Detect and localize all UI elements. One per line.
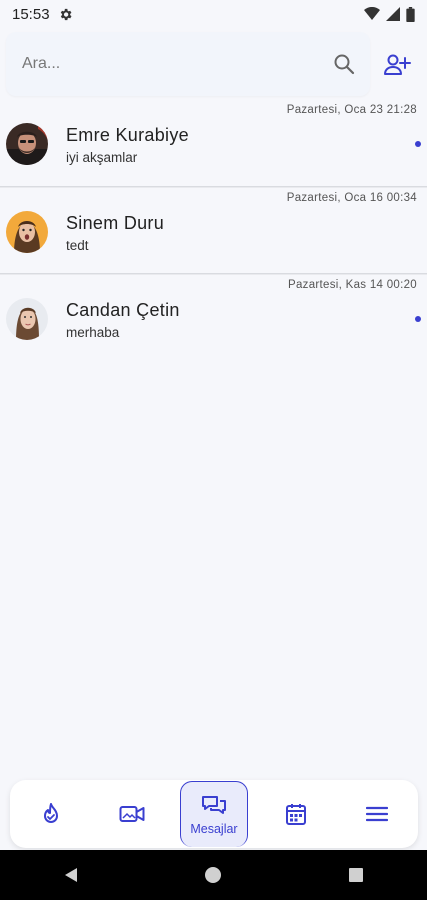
recents-button[interactable] bbox=[341, 860, 371, 890]
avatar[interactable] bbox=[6, 123, 48, 165]
bottom-navigation: Mesajlar bbox=[10, 780, 418, 848]
back-button[interactable] bbox=[56, 860, 86, 890]
chat-timestamp: Pazartesi, Oca 23 21:28 bbox=[286, 104, 417, 116]
video-camera-icon bbox=[119, 806, 145, 822]
chat-list: Pazartesi, Oca 23 21:28 Emre Kurabiye iy… bbox=[0, 100, 427, 361]
system-navigation-bar bbox=[0, 850, 427, 900]
chat-timestamp: Pazartesi, Kas 14 00:20 bbox=[287, 279, 417, 291]
battery-icon bbox=[406, 6, 415, 22]
chat-bubbles-icon bbox=[201, 795, 226, 814]
settings-gear-icon bbox=[60, 8, 72, 20]
chat-list-item[interactable]: Pazartesi, Kas 14 00:20 Candan Çetin mer… bbox=[0, 274, 427, 361]
contact-name: Emre Kurabiye bbox=[66, 125, 189, 145]
hamburger-menu-icon bbox=[366, 806, 389, 822]
wifi-icon bbox=[364, 7, 380, 20]
unread-indicator bbox=[415, 316, 421, 322]
nav-menu[interactable] bbox=[343, 781, 411, 847]
search-input[interactable] bbox=[20, 54, 332, 74]
nav-messages-label: Mesajlar bbox=[190, 821, 238, 836]
home-circle-icon bbox=[205, 867, 222, 883]
status-time: 15:53 bbox=[12, 5, 50, 23]
add-user-button[interactable] bbox=[380, 50, 414, 80]
calendar-icon bbox=[285, 804, 306, 825]
flame-icon bbox=[43, 803, 58, 823]
nav-video[interactable] bbox=[98, 781, 166, 847]
unread-indicator bbox=[415, 141, 421, 147]
avatar[interactable] bbox=[6, 211, 48, 253]
nav-messages[interactable]: Mesajlar bbox=[179, 781, 248, 847]
message-preview: merhaba bbox=[66, 325, 120, 340]
chat-list-item[interactable]: Pazartesi, Oca 16 00:34 Sinem Duru tedt bbox=[0, 187, 427, 274]
contact-name: Sinem Duru bbox=[66, 213, 165, 233]
status-bar: 15:53 bbox=[0, 0, 427, 28]
search-bar bbox=[6, 32, 370, 96]
nav-calendar[interactable] bbox=[262, 781, 330, 847]
chat-list-item[interactable]: Pazartesi, Oca 23 21:28 Emre Kurabiye iy… bbox=[0, 100, 427, 187]
chat-timestamp: Pazartesi, Oca 16 00:34 bbox=[286, 192, 417, 204]
nav-discover[interactable] bbox=[17, 781, 85, 847]
search-icon[interactable] bbox=[332, 52, 356, 76]
home-button[interactable] bbox=[198, 860, 228, 890]
contact-name: Candan Çetin bbox=[66, 300, 180, 320]
avatar[interactable] bbox=[6, 298, 48, 340]
signal-icon bbox=[386, 7, 400, 21]
recents-square-icon bbox=[348, 868, 363, 882]
back-triangle-icon bbox=[65, 868, 78, 882]
add-person-icon bbox=[384, 54, 411, 75]
message-preview: tedt bbox=[66, 238, 89, 253]
message-preview: iyi akşamlar bbox=[66, 150, 138, 165]
